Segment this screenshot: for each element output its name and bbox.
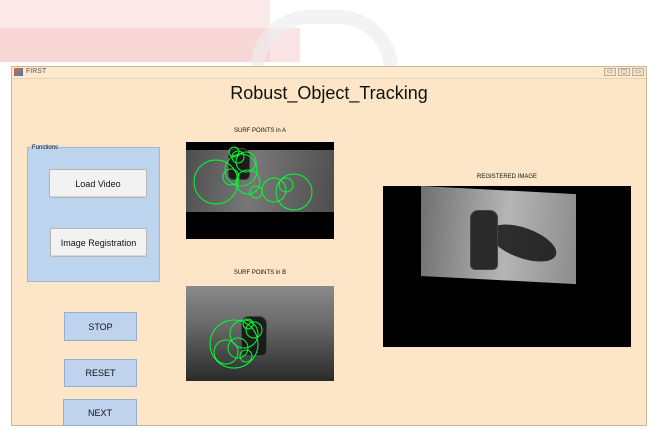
functions-panel: Functions Load Video Image Registration (27, 145, 160, 282)
maximize-button[interactable]: ▢ (618, 68, 630, 76)
surf-points-a-image (186, 142, 334, 239)
image-registration-button[interactable]: Image Registration (50, 228, 147, 257)
registered-image-title: REGISTERED IMAGE (476, 174, 537, 180)
reset-button[interactable]: RESET (64, 359, 137, 387)
window-controls: ▭ ▢ ▭ (604, 68, 644, 76)
surf-a-title: SURF POINTS in A (233, 128, 286, 134)
minimize-button[interactable]: ▭ (604, 68, 616, 76)
surf-points-b-image (186, 286, 334, 381)
window-title: FIRST (26, 68, 47, 75)
close-button[interactable]: ▭ (632, 68, 644, 76)
title-bar: FIRST ▭ ▢ ▭ (12, 67, 646, 79)
app-window: FIRST ▭ ▢ ▭ Robust_Object_Tracking Funct… (11, 66, 647, 426)
surf-feature-markers (209, 318, 263, 369)
surf-feature-markers (193, 146, 313, 211)
car (470, 210, 498, 270)
stop-button[interactable]: STOP (64, 312, 137, 341)
next-button[interactable]: NEXT (63, 399, 137, 426)
functions-panel-title: Functions (31, 145, 60, 152)
surf-b-title: SURF POINTS in B (233, 270, 287, 276)
load-video-button[interactable]: Load Video (49, 169, 147, 198)
registered-image (383, 186, 631, 347)
matlab-icon (14, 68, 23, 76)
page-title: Robust_Object_Tracking (230, 83, 428, 103)
